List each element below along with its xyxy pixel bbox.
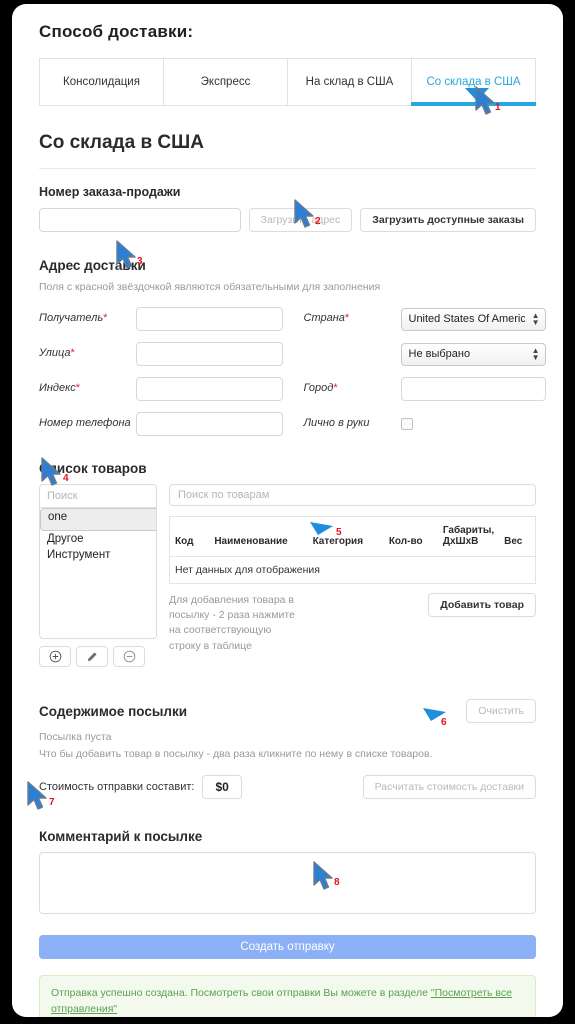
- address-form: Получатель* Улица* Индекс* Номер телефон…: [39, 307, 546, 447]
- minus-circle-icon: [123, 650, 135, 663]
- street-label: Улица*: [39, 347, 75, 360]
- order-number-input[interactable]: [39, 208, 241, 232]
- goods-table-body: Нет данных для отображения: [169, 556, 536, 584]
- empty-state-cell: Нет данных для отображения: [169, 556, 536, 584]
- plus-circle-icon: [49, 650, 61, 663]
- load-address-button[interactable]: Загрузить адрес: [248, 208, 353, 232]
- required-fields-hint: Поля с красной звёздочкой являются обяза…: [39, 281, 381, 293]
- column-header-code[interactable]: Код: [169, 516, 210, 557]
- shipping-cost-label: Стоимость отправки составит:: [39, 780, 195, 793]
- success-alert: Отправка успешно создана. Посмотреть сво…: [39, 974, 536, 1017]
- shipping-cost-value: $0: [202, 774, 242, 799]
- comment-textarea[interactable]: [39, 851, 536, 914]
- column-header-quantity[interactable]: Кол-во: [383, 516, 438, 557]
- required-asterisk: *: [333, 382, 338, 395]
- delivery-method-heading: Способ доставки:: [39, 22, 194, 41]
- shipping-cost-row: Стоимость отправки составит: $0 Расчитат…: [39, 774, 536, 799]
- state-row: Не выбрано ▲ ▼: [304, 342, 546, 366]
- recipient-label: Получатель*: [39, 312, 108, 325]
- column-header-name[interactable]: Наименование: [209, 516, 308, 557]
- page-title: Со склада в США: [39, 132, 536, 169]
- recipient-input[interactable]: [136, 307, 283, 331]
- tab-from-usa-warehouse[interactable]: Со склада в США: [411, 59, 536, 106]
- column-header-weight[interactable]: Вес: [499, 516, 536, 557]
- delivery-address-heading: Адрес доставки: [39, 258, 146, 273]
- required-asterisk: *: [70, 347, 75, 360]
- add-category-button[interactable]: [39, 646, 71, 667]
- index-label: Индекс*: [39, 382, 80, 395]
- page-card: Способ доставки: Консолидация Экспресс Н…: [12, 4, 563, 1017]
- parcel-content-heading: Содержимое посылки: [39, 703, 188, 719]
- success-alert-text: Отправка успешно создана. Посмотреть сво…: [51, 986, 431, 999]
- shipping-cost-group: Стоимость отправки составит: $0: [39, 774, 242, 799]
- state-select-wrap: Не выбрано ▲ ▼: [400, 342, 546, 366]
- in-hands-label: Лично в руки: [303, 417, 370, 430]
- index-row: Индекс*: [39, 377, 288, 401]
- required-asterisk: *: [344, 312, 350, 325]
- pencil-icon: [87, 651, 97, 661]
- parcel-empty-text: Посылка пуста Что бы добавить товар в по…: [39, 729, 536, 763]
- remove-category-button[interactable]: [113, 646, 145, 667]
- street-row: Улица*: [39, 342, 288, 366]
- in-hands-row: Лично в руки: [304, 412, 537, 436]
- required-asterisk: *: [103, 312, 108, 325]
- tab-list: Консолидация Экспресс На склад в США Со …: [39, 58, 536, 106]
- phone-label: Номер телефона: [39, 417, 131, 430]
- delivery-method-tabs: Консолидация Экспресс На склад в США Со …: [39, 58, 536, 106]
- column-header-dimensions[interactable]: Габариты, ДхШхВ: [437, 516, 500, 557]
- goods-search-input[interactable]: [169, 484, 536, 506]
- country-select[interactable]: United States Of America: [400, 307, 546, 331]
- table-header-row: Код Наименование Категория Кол-во Габари…: [169, 516, 536, 557]
- load-available-orders-button[interactable]: Загрузить доступные заказы: [360, 208, 536, 232]
- order-number-heading: Номер заказа-продажи: [39, 185, 181, 199]
- street-input[interactable]: [136, 342, 283, 366]
- recipient-row: Получатель*: [39, 307, 288, 331]
- page-content: Способ доставки: Консолидация Экспресс Н…: [12, 4, 563, 1017]
- country-label: Страна*: [303, 312, 350, 325]
- order-number-row: Загрузить адрес Загрузить доступные зака…: [39, 208, 536, 232]
- goods-table-footer: Для добавления товара в посылку - 2 раза…: [169, 593, 536, 654]
- goods-table-note: Для добавления товара в посылку - 2 раза…: [169, 594, 295, 652]
- goods-list-heading: Список товаров: [39, 461, 147, 476]
- city-row: Город*: [303, 377, 546, 401]
- table-row: Нет данных для отображения: [169, 556, 536, 584]
- category-listbox: one Другое Инструмент: [39, 484, 157, 639]
- tab-consolidation[interactable]: Консолидация: [40, 59, 164, 105]
- index-input[interactable]: [136, 377, 283, 401]
- parcel-content-header: Содержимое посылки Очистить: [39, 699, 536, 723]
- list-item[interactable]: Другое: [40, 531, 156, 547]
- address-right-column: Страна* United States Of America ▲ ▼ Не в…: [288, 307, 546, 447]
- required-asterisk: *: [75, 382, 80, 395]
- goods-table-panel: Код Наименование Категория Кол-во Габари…: [169, 484, 536, 667]
- goods-section: one Другое Инструмент: [39, 484, 536, 667]
- edit-category-button[interactable]: [76, 646, 108, 667]
- phone-row: Номер телефона: [39, 412, 288, 436]
- state-select[interactable]: Не выбрано: [400, 342, 546, 366]
- column-header-category[interactable]: Категория: [307, 516, 384, 557]
- address-left-column: Получатель* Улица* Индекс* Номер телефон…: [39, 307, 288, 447]
- comment-heading: Комментарий к посылке: [39, 828, 203, 844]
- goods-table-head: Код Наименование Категория Кол-во Габари…: [169, 516, 536, 557]
- list-item[interactable]: Инструмент: [40, 547, 156, 563]
- category-panel: one Другое Инструмент: [39, 484, 157, 667]
- category-search-input[interactable]: [40, 485, 156, 508]
- category-action-bar: [39, 646, 157, 667]
- calculate-shipping-button[interactable]: Расчитать стоимость доставки: [362, 774, 536, 799]
- list-item[interactable]: one: [40, 508, 156, 531]
- country-select-wrap: United States Of America ▲ ▼: [400, 307, 546, 331]
- tab-to-usa-warehouse[interactable]: На склад в США: [288, 59, 412, 105]
- tab-express[interactable]: Экспресс: [164, 59, 288, 105]
- parcel-empty-line1: Посылка пуста: [39, 731, 112, 743]
- clear-parcel-button[interactable]: Очистить: [466, 699, 536, 723]
- phone-input[interactable]: [136, 412, 283, 436]
- add-item-button[interactable]: Добавить товар: [428, 593, 536, 617]
- city-input[interactable]: [400, 377, 546, 401]
- country-row: Страна* United States Of America ▲ ▼: [303, 307, 546, 331]
- city-label: Город*: [303, 382, 338, 395]
- in-hands-checkbox[interactable]: [400, 418, 413, 430]
- parcel-empty-line2: Что бы добавить товар в посылку - два ра…: [39, 747, 433, 760]
- create-shipment-button[interactable]: Создать отправку: [39, 934, 536, 959]
- goods-table: Код Наименование Категория Кол-во Габари…: [169, 516, 536, 584]
